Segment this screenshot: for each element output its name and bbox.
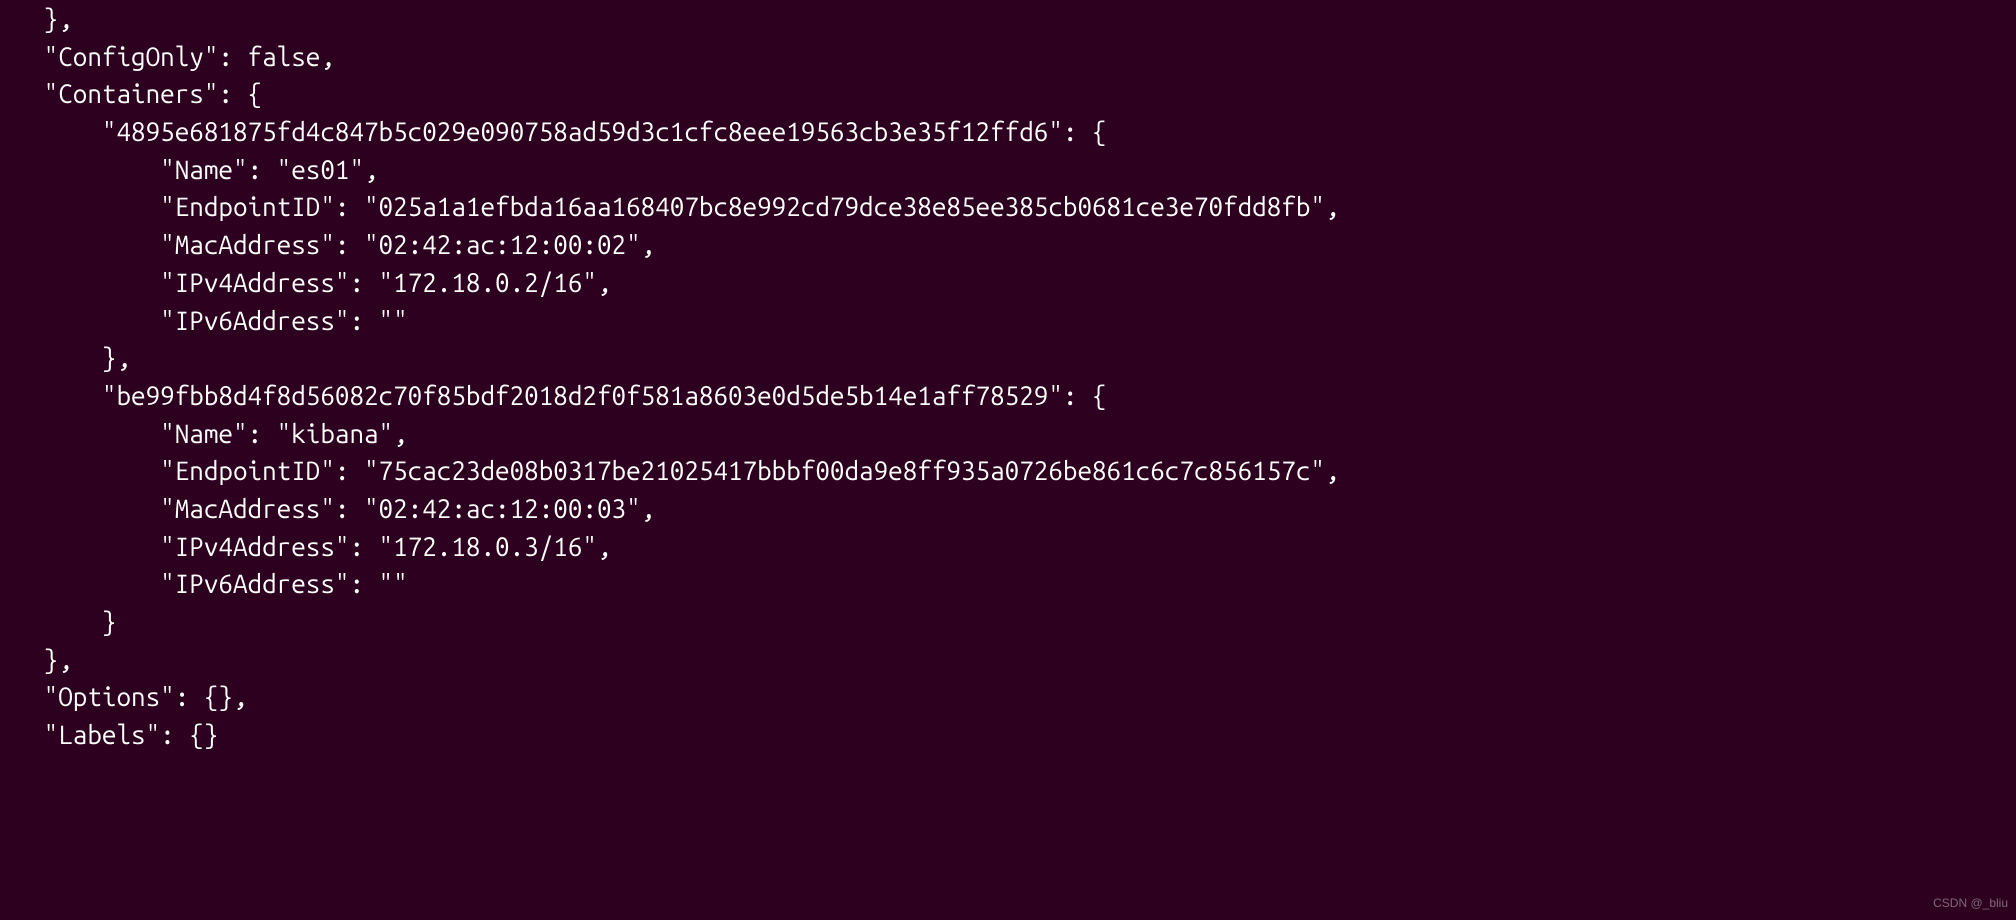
code-line: "Containers": { [0,79,262,108]
code-line: "IPv6Address": "" [0,306,408,335]
code-line: }, [0,4,73,33]
code-line: "ConfigOnly": false, [0,42,335,71]
code-line: "MacAddress": "02:42:ac:12:00:03", [0,494,655,523]
code-line: } [0,607,116,636]
terminal-output: }, "ConfigOnly": false, "Containers": { … [0,0,2016,754]
code-line: }, [0,645,73,674]
code-line: "Options": {}, [0,682,248,711]
code-line: "IPv4Address": "172.18.0.3/16", [0,532,612,561]
code-line: "IPv4Address": "172.18.0.2/16", [0,268,612,297]
code-line: "Name": "kibana", [0,419,408,448]
code-line: "MacAddress": "02:42:ac:12:00:02", [0,230,655,259]
code-line: "EndpointID": "75cac23de08b0317be2102541… [0,456,1340,485]
code-line: }, [0,343,131,372]
code-line: "IPv6Address": "" [0,569,408,598]
code-line: "Name": "es01", [0,155,379,184]
code-line: "be99fbb8d4f8d56082c70f85bdf2018d2f0f581… [0,381,1107,410]
code-line: "4895e681875fd4c847b5c029e090758ad59d3c1… [0,117,1107,146]
code-line: "Labels": {} [0,720,218,749]
watermark-text: CSDN @_bliu [1933,895,2008,912]
code-line: "EndpointID": "025a1a1efbda16aa168407bc8… [0,192,1340,221]
